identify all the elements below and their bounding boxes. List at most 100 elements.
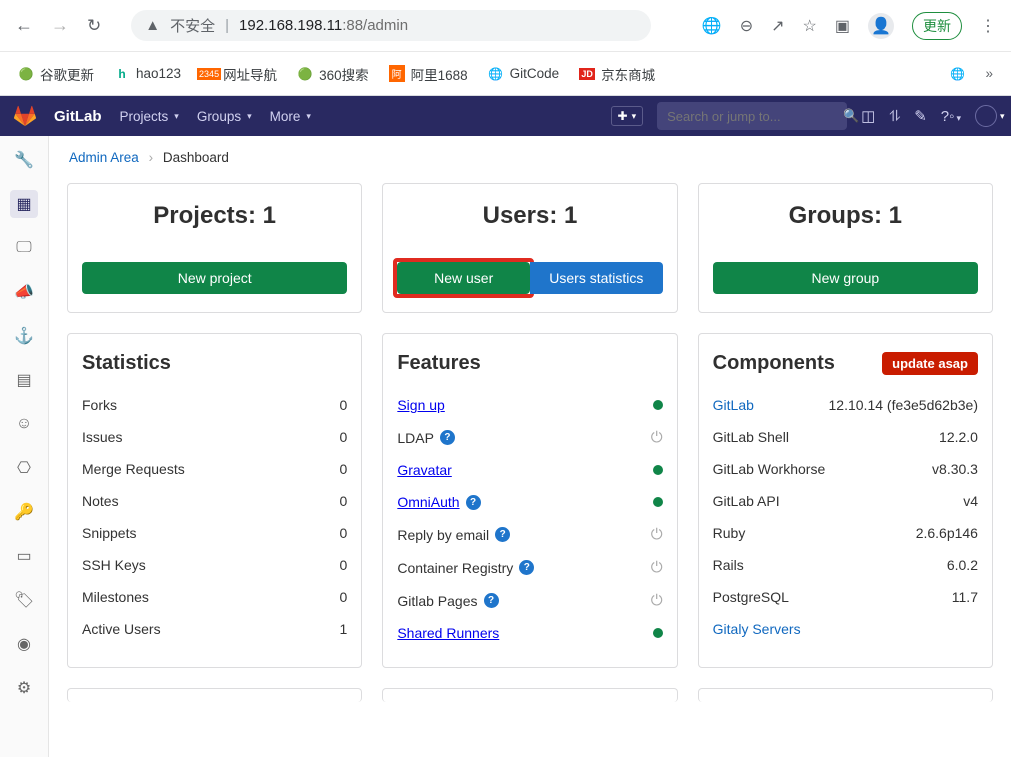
sidebar-settings-icon[interactable]: ⚙ (10, 674, 38, 702)
stat-value: 1 (340, 621, 348, 637)
bookmark-label: 360搜索 (319, 64, 369, 84)
reload-button[interactable]: ↻ (87, 16, 101, 36)
help-icon[interactable]: ?◦▾ (941, 108, 961, 125)
component-row: Ruby2.6.6p146 (713, 517, 978, 549)
sidebar-labels-icon[interactable]: ▭ (10, 542, 38, 570)
stat-label: Notes (82, 493, 119, 509)
bookmark-icon: 阿 (389, 66, 405, 82)
search-box[interactable]: 🔍 (657, 102, 847, 130)
profile-icon[interactable]: 👤 (868, 13, 894, 39)
sidebar-hooks-icon[interactable]: ⚓ (10, 322, 38, 350)
partial-card (382, 688, 677, 702)
more-menu[interactable]: More▾ (270, 109, 311, 124)
address-separator: | (225, 17, 229, 34)
sidebar-deploy-keys-icon[interactable]: 🔑 (10, 498, 38, 526)
menu-dots-icon[interactable]: ⋮ (980, 16, 996, 36)
new-user-button[interactable]: New user (397, 262, 530, 294)
gitlab-brand[interactable]: GitLab (54, 108, 102, 125)
bookmark-item[interactable]: 阿阿里1688 (389, 64, 468, 84)
bookmark-globe[interactable]: 🌐 (949, 66, 965, 82)
partial-card (698, 688, 993, 702)
update-asap-button[interactable]: update asap (882, 352, 978, 375)
feature-link[interactable]: Shared Runners (397, 625, 499, 641)
sidebar-monitor-icon[interactable]: 🖵 (10, 234, 38, 262)
breadcrumb: Admin Area › Dashboard (69, 150, 993, 165)
new-menu-button[interactable]: ✚▾ (611, 106, 644, 126)
gitlab-logo-icon[interactable] (14, 105, 36, 127)
help-icon[interactable]: ? (466, 495, 481, 510)
sidebar-tags-icon[interactable]: 🏷 (10, 586, 38, 614)
help-icon[interactable]: ? (484, 593, 499, 608)
stat-value: 0 (340, 493, 348, 509)
sidebar-kubernetes-icon[interactable]: ⎔ (10, 454, 38, 482)
new-group-button[interactable]: New group (713, 262, 978, 294)
bookmark-label: hao123 (136, 66, 181, 81)
bookmark-label: 网址导航 (223, 64, 277, 84)
component-row: GitLab 12.10.14 (fe3e5d62b3e) (713, 389, 978, 421)
component-value: v4 (963, 493, 978, 509)
update-button[interactable]: 更新 (912, 12, 962, 40)
sidebar-dashboard-icon[interactable]: ▦ (10, 190, 38, 218)
new-project-button[interactable]: New project (82, 262, 347, 294)
component-row: PostgreSQL11.7 (713, 581, 978, 613)
search-icon[interactable]: 🔍 (843, 108, 859, 124)
feature-label: Gitlab Pages (397, 593, 477, 609)
feature-row: Shared Runners (397, 617, 662, 649)
feature-row: Sign up (397, 389, 662, 421)
bookmark-item[interactable]: hhao123 (114, 66, 181, 82)
bookmark-item[interactable]: 🌐GitCode (488, 66, 560, 82)
back-button[interactable]: ← (15, 15, 33, 36)
component-value: 12.10.14 (fe3e5d62b3e) (829, 397, 978, 413)
sidebar-broadcast-icon[interactable]: 📣 (10, 278, 38, 306)
status-off-icon: ⏻ (651, 559, 663, 576)
feature-link[interactable]: Gravatar (397, 462, 451, 478)
bookmark-item[interactable]: 2345 网址导航 (201, 64, 277, 84)
stat-label: Issues (82, 429, 122, 445)
share-icon[interactable]: ↗ (771, 16, 784, 36)
feature-row: Reply by email ?⏻ (397, 518, 662, 551)
help-icon[interactable]: ? (495, 527, 510, 542)
stat-label: Active Users (82, 621, 161, 637)
bookmark-star-icon[interactable]: ☆ (803, 16, 817, 36)
translate-icon[interactable]: 🌐 (702, 16, 722, 36)
breadcrumb-separator-icon: › (149, 150, 154, 165)
bookmark-item[interactable]: 🟢360搜索 (297, 64, 369, 84)
zoom-icon[interactable]: ⊖ (740, 16, 753, 36)
component-label: Rails (713, 557, 744, 573)
stat-value: 0 (340, 589, 348, 605)
search-input[interactable] (667, 109, 843, 124)
sidebar-apps-icon[interactable]: ▤ (10, 366, 38, 394)
component-link[interactable]: Gitaly Servers (713, 621, 801, 637)
breadcrumb-admin-link[interactable]: Admin Area (69, 150, 139, 165)
projects-menu[interactable]: Projects▾ (120, 109, 179, 124)
bookmarks-overflow-icon[interactable]: » (985, 66, 993, 81)
forward-button[interactable]: → (51, 15, 69, 36)
main-content: Admin Area › Dashboard Projects: 1 New p… (49, 136, 1011, 757)
todos-icon[interactable]: ✎ (914, 107, 927, 125)
users-statistics-button[interactable]: Users statistics (530, 262, 663, 294)
stat-label: SSH Keys (82, 557, 146, 573)
feature-label: LDAP (397, 430, 434, 446)
stat-row: Merge Requests0 (82, 453, 347, 485)
panel-icon[interactable]: ▣ (835, 16, 850, 36)
help-icon[interactable]: ? (519, 560, 534, 575)
merge-requests-icon[interactable]: ⥮ (889, 108, 900, 125)
bookmark-label: 京东商城 (601, 64, 655, 84)
help-icon[interactable]: ? (440, 430, 455, 445)
feature-link[interactable]: OmniAuth (397, 494, 459, 510)
feature-link[interactable]: Sign up (397, 397, 444, 413)
component-row: Rails6.0.2 (713, 549, 978, 581)
url-text: 192.168.198.11:88/admin (239, 17, 408, 34)
groups-menu[interactable]: Groups▾ (197, 109, 252, 124)
component-label: GitLab Shell (713, 429, 789, 445)
issues-icon[interactable]: ◫ (861, 107, 875, 125)
user-avatar[interactable]: ▾ (975, 105, 997, 127)
bookmark-item[interactable]: 🟢谷歌更新 (18, 64, 94, 84)
address-bar[interactable]: ▲ 不安全 | 192.168.198.11:88/admin (131, 10, 651, 41)
sidebar-abuse-icon[interactable]: ☺ (10, 410, 38, 438)
sidebar-wrench-icon[interactable]: 🔧 (10, 146, 38, 174)
sidebar-appearance-icon[interactable]: ◉ (10, 630, 38, 658)
bookmark-item[interactable]: JD京东商城 (579, 64, 655, 84)
component-link[interactable]: GitLab (713, 397, 754, 413)
bookmark-icon: 2345 (201, 66, 217, 82)
